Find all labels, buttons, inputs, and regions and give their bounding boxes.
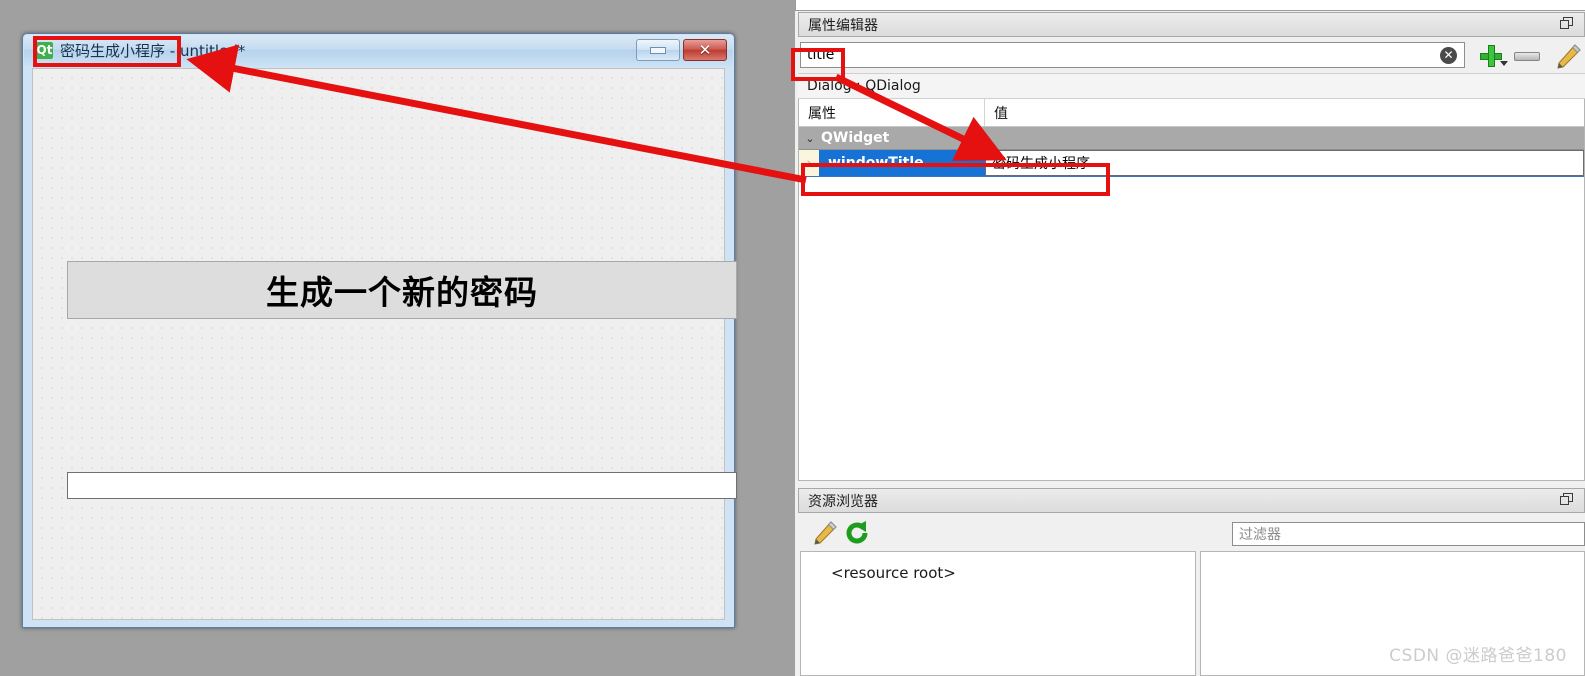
window-controls: ✕	[636, 39, 727, 61]
resource-browser-title-bar[interactable]: 资源浏览器	[798, 488, 1585, 513]
chevron-down-icon[interactable]	[1500, 61, 1508, 66]
list-item[interactable]: <resource root>	[831, 564, 1195, 582]
generate-password-button-label: 生成一个新的密码	[266, 273, 538, 312]
minimize-button[interactable]	[636, 39, 680, 61]
form-canvas[interactable]: 生成一个新的密码	[32, 68, 737, 620]
generate-password-button[interactable]: 生成一个新的密码	[67, 261, 737, 319]
property-group-label: QWidget	[821, 130, 890, 146]
resource-browser-title: 资源浏览器	[808, 493, 878, 510]
minus-icon[interactable]	[1514, 52, 1540, 61]
undock-icon[interactable]	[1560, 493, 1573, 506]
resource-filter-placeholder: 过滤器	[1239, 527, 1281, 543]
title-bar-highlight	[33, 36, 181, 67]
close-button[interactable]: ✕	[683, 39, 727, 61]
property-editor-toolbar: title ✕	[798, 37, 1585, 73]
pencil-icon[interactable]	[1554, 43, 1582, 71]
minimize-icon	[650, 46, 666, 54]
refresh-icon[interactable]	[844, 520, 870, 546]
property-editor-title-bar[interactable]: 属性编辑器	[798, 12, 1585, 37]
column-header-property: 属性	[799, 99, 985, 126]
property-table-header: 属性 值	[799, 99, 1584, 127]
password-output-field[interactable]	[67, 472, 737, 499]
property-editor-title: 属性编辑器	[808, 17, 878, 34]
resource-tree[interactable]: <resource root>	[800, 551, 1196, 676]
undock-icon[interactable]	[1560, 17, 1573, 30]
csdn-watermark: CSDN @迷路爸爸180	[1389, 646, 1567, 666]
property-table[interactable]: 属性 值 ⌄ QWidget › windowTitle 密码生成小程序	[798, 99, 1585, 481]
resource-browser-toolbar: 过滤器	[798, 513, 1585, 551]
property-editor-dock: 属性编辑器 title ✕ Dialog: QDialog 属性 值 ⌄ QW…	[798, 12, 1585, 482]
column-header-value: 值	[994, 105, 1008, 122]
selected-object-row: Dialog : QDialog	[798, 73, 1585, 99]
property-group-qwidget[interactable]: ⌄ QWidget	[799, 127, 1584, 150]
plus-icon[interactable]	[1480, 45, 1502, 67]
resource-filter-input[interactable]: 过滤器	[1232, 522, 1585, 546]
right-dock-area: 属性编辑器 title ✕ Dialog: QDialog 属性 值 ⌄ QW…	[795, 0, 1585, 676]
window-title-row-highlight	[801, 163, 1110, 196]
design-form-window[interactable]: Qt 密码生成小程序 - untitled* ✕ 生成一个新的密码	[22, 33, 737, 628]
search-field-highlight	[791, 48, 845, 81]
upper-panel-edge	[795, 0, 1585, 11]
chevron-down-icon[interactable]: ⌄	[799, 132, 821, 145]
screenshot-root: Qt 密码生成小程序 - untitled* ✕ 生成一个新的密码 属性编辑器	[0, 0, 1585, 676]
clear-circle-icon[interactable]: ✕	[1440, 47, 1457, 64]
pencil-icon[interactable]	[812, 520, 838, 546]
property-search-input[interactable]: title ✕	[800, 42, 1465, 68]
